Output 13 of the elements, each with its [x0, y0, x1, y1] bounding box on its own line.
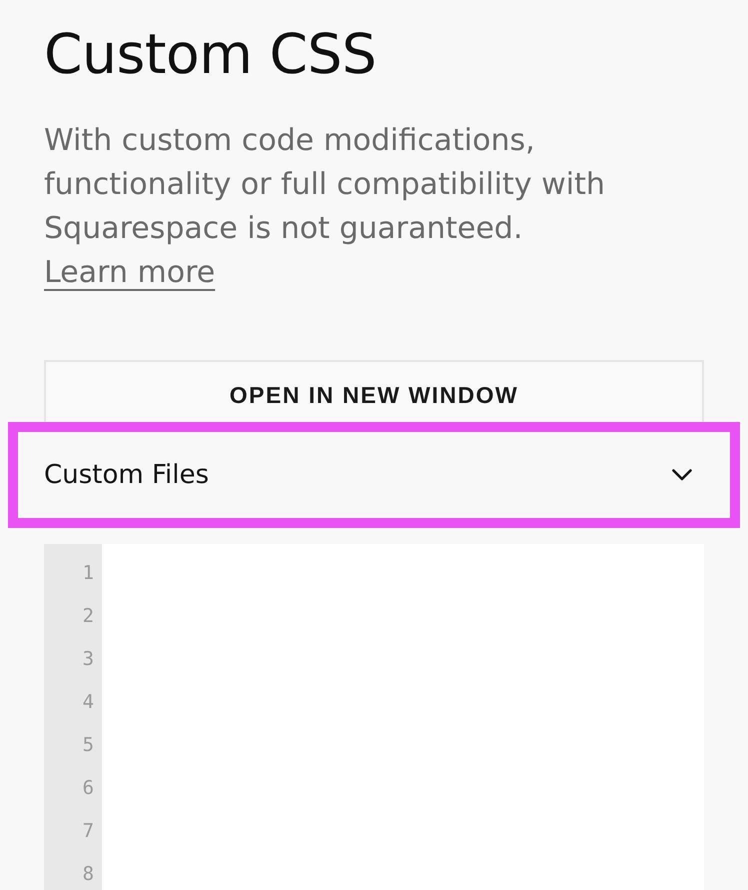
open-in-new-window-button[interactable]: OPEN IN NEW WINDOW — [44, 360, 704, 422]
line-number: 7 — [82, 819, 94, 844]
line-number: 4 — [82, 690, 94, 715]
files-dropdown[interactable]: Custom Files — [44, 432, 704, 518]
learn-more-link[interactable]: Learn more — [44, 255, 216, 290]
line-number: 5 — [82, 733, 94, 758]
line-number: 6 — [82, 776, 94, 801]
page-title: Custom CSS — [44, 22, 376, 86]
line-number: 3 — [82, 647, 94, 672]
line-number: 2 — [82, 604, 94, 629]
line-number: 8 — [82, 862, 94, 887]
line-number: 1 — [82, 561, 94, 586]
notice-text: With custom code modifications, functionality or full compatibility with Squarespace is not guaranteed. Learn more — [44, 122, 606, 292]
